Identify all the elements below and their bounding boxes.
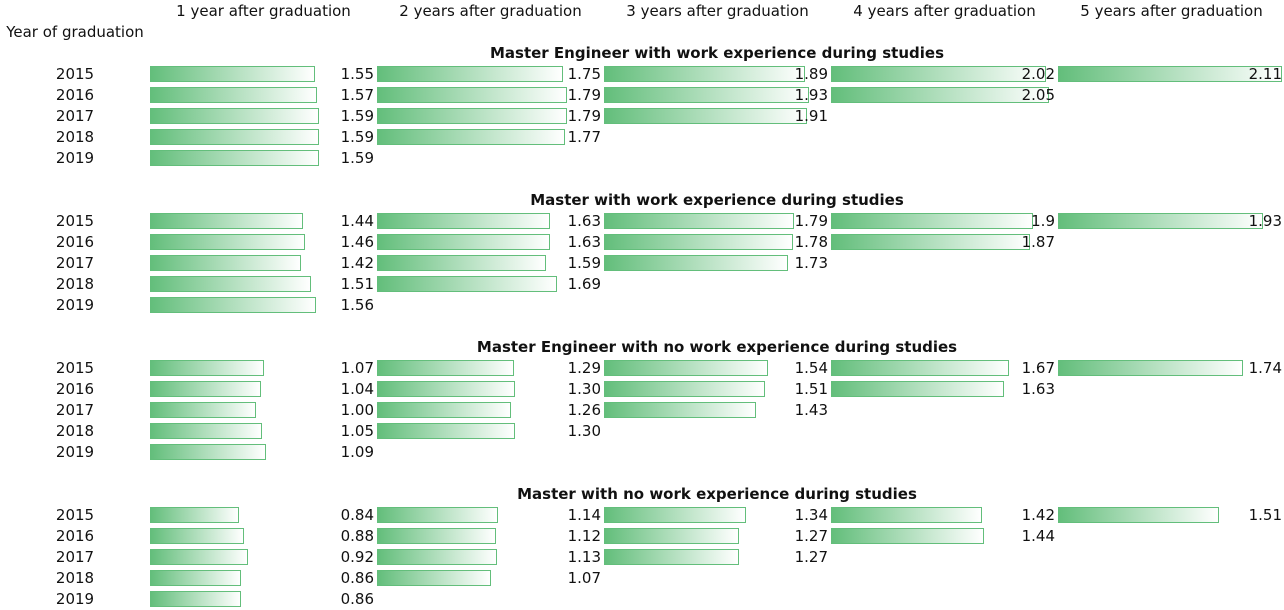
- year-label: 2016: [55, 233, 95, 251]
- data-value: 1.09: [340, 443, 374, 461]
- year-label: 2016: [55, 527, 95, 545]
- year-label: 2019: [55, 296, 95, 314]
- data-value: 1.93: [794, 86, 828, 104]
- section-title: Master with work experience during studi…: [530, 191, 904, 209]
- data-value: 2.11: [1248, 65, 1282, 83]
- year-label: 2019: [55, 443, 95, 461]
- data-value: 1.51: [340, 275, 374, 293]
- data-value: 1.9: [1031, 212, 1055, 230]
- column-header: 4 years after graduation: [853, 2, 1036, 20]
- data-value: 1.87: [1021, 233, 1055, 251]
- column-header: 1 year after graduation: [176, 2, 351, 20]
- year-label: 2016: [55, 380, 95, 398]
- year-label: 2016: [55, 86, 95, 104]
- data-value: 1.26: [567, 401, 601, 419]
- data-value: 0.92: [340, 548, 374, 566]
- section-title: Master Engineer with no work experience …: [476, 338, 958, 356]
- year-label: 2018: [55, 422, 95, 440]
- data-value: 1.05: [340, 422, 374, 440]
- data-value: 1.59: [340, 128, 374, 146]
- data-value: 1.79: [567, 107, 601, 125]
- data-value: 1.59: [340, 149, 374, 167]
- data-value: 1.55: [340, 65, 374, 83]
- data-value: 1.63: [567, 233, 601, 251]
- year-label: 2019: [55, 149, 95, 167]
- data-value: 0.86: [340, 590, 374, 608]
- data-value: 1.54: [794, 359, 828, 377]
- data-value: 1.14: [567, 506, 601, 524]
- year-label: 2017: [55, 107, 95, 125]
- data-value: 1.34: [794, 506, 828, 524]
- year-label: 2018: [55, 275, 95, 293]
- data-value: 1.07: [567, 569, 601, 587]
- data-value: 1.43: [794, 401, 828, 419]
- data-value: 1.27: [794, 548, 828, 566]
- data-value: 1.89: [794, 65, 828, 83]
- data-value: 2.05: [1021, 86, 1055, 104]
- year-label: 2015: [55, 506, 95, 524]
- data-value: 1.51: [1248, 506, 1282, 524]
- year-label: 2017: [55, 401, 95, 419]
- year-label: 2015: [55, 212, 95, 230]
- data-value: 1.63: [567, 212, 601, 230]
- data-value: 1.67: [1021, 359, 1055, 377]
- data-value: 1.30: [567, 422, 601, 440]
- year-label: 2017: [55, 548, 95, 566]
- data-value: 1.30: [567, 380, 601, 398]
- year-label: 2015: [55, 65, 95, 83]
- column-header: 2 years after graduation: [399, 2, 582, 20]
- data-value: 1.78: [794, 233, 828, 251]
- year-label: 2018: [55, 569, 95, 587]
- data-value: 1.74: [1248, 359, 1282, 377]
- section-title: Master Engineer with work experience dur…: [489, 44, 944, 62]
- data-value: 1.69: [567, 275, 601, 293]
- data-value: 2.02: [1021, 65, 1055, 83]
- data-value: 1.59: [567, 254, 601, 272]
- data-value: 1.27: [794, 527, 828, 545]
- data-value: 1.79: [794, 212, 828, 230]
- data-value: 0.86: [340, 569, 374, 587]
- year-label: 2018: [55, 128, 95, 146]
- data-value: 1.42: [1021, 506, 1055, 524]
- year-label: 2017: [55, 254, 95, 272]
- data-value: 0.88: [340, 527, 374, 545]
- data-value: 1.13: [567, 548, 601, 566]
- year-of-graduation-header: Year of graduation: [6, 23, 144, 41]
- data-value: 1.57: [340, 86, 374, 104]
- data-value: 1.75: [567, 65, 601, 83]
- data-value: 1.91: [794, 107, 828, 125]
- data-value: 1.04: [340, 380, 374, 398]
- data-value: 1.73: [794, 254, 828, 272]
- data-value: 1.93: [1248, 212, 1282, 230]
- data-value: 0.84: [340, 506, 374, 524]
- data-value: 1.44: [1021, 527, 1055, 545]
- data-value: 1.29: [567, 359, 601, 377]
- data-value: 1.42: [340, 254, 374, 272]
- data-value: 1.77: [567, 128, 601, 146]
- data-value: 1.79: [567, 86, 601, 104]
- data-value: 1.07: [340, 359, 374, 377]
- data-value: 1.59: [340, 107, 374, 125]
- year-label: 2015: [55, 359, 95, 377]
- data-value: 1.12: [567, 527, 601, 545]
- section-title: Master with no work experience during st…: [517, 485, 917, 503]
- column-header: 5 years after graduation: [1080, 2, 1263, 20]
- data-value: 1.51: [794, 380, 828, 398]
- data-value: 1.63: [1021, 380, 1055, 398]
- data-value: 1.56: [340, 296, 374, 314]
- column-header: 3 years after graduation: [626, 2, 809, 20]
- data-value: 1.44: [340, 212, 374, 230]
- year-label: 2019: [55, 590, 95, 608]
- data-value: 1.00: [340, 401, 374, 419]
- data-value: 1.46: [340, 233, 374, 251]
